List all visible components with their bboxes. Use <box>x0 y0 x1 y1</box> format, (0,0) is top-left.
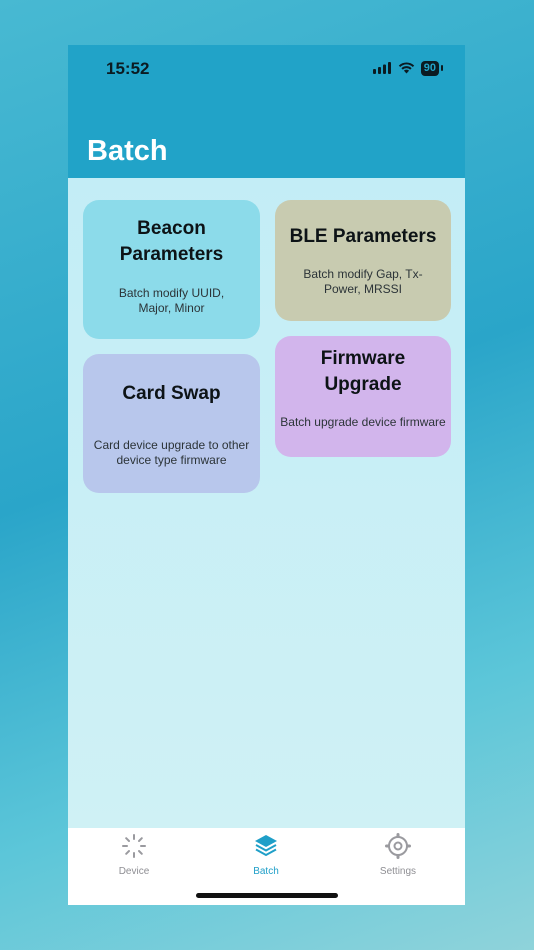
tab-label: Batch <box>253 866 279 877</box>
card-swap-card[interactable]: Card Swap Card device upgrade to other d… <box>83 354 260 493</box>
batch-content: Beacon Parameters Batch modify UUID, Maj… <box>68 178 465 828</box>
card-title-line: Upgrade <box>324 374 402 395</box>
card-title-line: Firmware <box>320 348 406 369</box>
card-description-line: device type firmware <box>116 453 227 467</box>
cellular-signal-icon <box>372 62 391 74</box>
phone-screen: 15:52 90 Batch Beacon Parameters Batch m… <box>68 45 465 905</box>
card-description-line: Card device upgrade to other <box>93 438 250 452</box>
status-icons: 90 <box>372 60 444 76</box>
card-description-line: Batch upgrade device firmware <box>280 415 446 429</box>
gear-icon <box>385 833 411 859</box>
firmware-upgrade-card[interactable]: Firmware Upgrade Batch upgrade device fi… <box>275 336 451 457</box>
card-title-line: BLE Parameters <box>289 226 437 247</box>
battery-indicator: 90 <box>420 60 444 76</box>
home-indicator <box>196 893 338 898</box>
beacon-parameters-card[interactable]: Beacon Parameters Batch modify UUID, Maj… <box>83 200 260 339</box>
header: 15:52 90 Batch <box>68 45 465 178</box>
card-title-line: Beacon <box>137 218 206 239</box>
card-description-line: Batch modify Gap, Tx- <box>303 267 423 281</box>
device-spinner-icon <box>122 834 146 858</box>
card-description-line: Major, Minor <box>138 301 205 315</box>
card-title-line: Card Swap <box>122 383 221 404</box>
tab-settings[interactable]: Settings <box>358 833 438 877</box>
tab-label: Settings <box>379 866 417 877</box>
wifi-icon <box>398 62 414 74</box>
status-time: 15:52 <box>106 59 150 78</box>
card-description-line: Power, MRSSI <box>323 282 403 296</box>
tab-batch[interactable]: Batch <box>226 833 306 877</box>
ble-parameters-card[interactable]: BLE Parameters Batch modify Gap, Tx- Pow… <box>275 200 451 321</box>
page-title: Batch <box>87 135 168 167</box>
tab-label: Device <box>118 866 150 877</box>
layers-icon <box>255 835 277 857</box>
card-description-line: Batch modify UUID, <box>118 286 225 300</box>
tab-device[interactable]: Device <box>94 833 174 877</box>
card-title-line: Parameters <box>119 244 224 265</box>
